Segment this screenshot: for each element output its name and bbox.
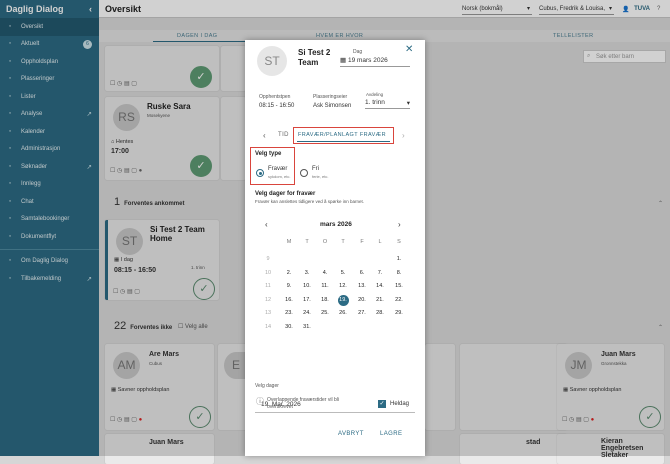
calendar-day[interactable]: 6. [357, 270, 367, 276]
tab-prev-arrow-icon[interactable]: ‹ [263, 131, 266, 140]
next-month-icon[interactable]: › [398, 220, 401, 229]
owner-value: Ask Simonsen [313, 103, 352, 109]
days-title: Velg dager for fravær [255, 191, 316, 197]
calendar-day[interactable]: 8. [394, 270, 404, 276]
department-label: Avdeling [366, 92, 384, 97]
chevron-down-icon: ▾ [406, 100, 410, 107]
date-input[interactable]: ▦ 19 mars 2026 [340, 56, 410, 67]
radio-leave-label: Fri [312, 166, 319, 172]
calendar-day[interactable]: 17. [302, 297, 312, 303]
calendar-day[interactable]: 3. [302, 270, 312, 276]
weekday-header: M [286, 239, 292, 245]
week-number: 10 [264, 269, 272, 276]
calendar-day[interactable]: 14. [375, 283, 385, 289]
weekday-header: T [341, 239, 345, 245]
calendar-day[interactable]: 12. [338, 283, 348, 289]
days-hint: Fravær kan anslettes tidligere ved å spø… [255, 199, 365, 204]
calendar-day[interactable]: 5. [338, 270, 348, 276]
calendar-day[interactable]: 15. [394, 283, 404, 289]
owner-label: Plasseringseier [313, 94, 348, 100]
calendar-day[interactable]: 23. [284, 310, 294, 316]
calendar-day[interactable]: 13. [357, 283, 367, 289]
calendar-day[interactable]: 28. [375, 310, 385, 316]
absence-dialog: ✕ ST Si Test 2 Team Dag ▦ 19 mars 2026 O… [245, 40, 425, 456]
radio-leave-sub: ferie, etc. [312, 174, 329, 179]
calendar-day[interactable]: 26. [338, 310, 348, 316]
calendar-day[interactable]: 24. [302, 310, 312, 316]
save-button[interactable]: LAGRE [380, 431, 402, 437]
calendar-day[interactable]: 9. [284, 283, 294, 289]
calendar-day[interactable]: 1. [394, 256, 404, 262]
weekday-header: T [305, 239, 309, 245]
calendar-day[interactable]: 18. [320, 297, 330, 303]
calendar-day[interactable]: 29. [394, 310, 404, 316]
selected-days-label: Velg dager [255, 383, 279, 389]
weekday-header: S [397, 239, 401, 245]
cancel-button[interactable]: AVBRYT [338, 431, 364, 437]
calendar-day[interactable]: 4. [320, 270, 330, 276]
tab-next-arrow-icon[interactable]: › [402, 131, 405, 140]
close-icon[interactable]: ✕ [405, 44, 413, 55]
date-label: Dag [353, 49, 363, 55]
department-value: 1. trinn [365, 99, 385, 106]
calendar-day[interactable]: 16. [284, 297, 294, 303]
info-icon: ⓘ [256, 397, 264, 406]
radio-absence[interactable] [256, 169, 264, 177]
opening-label: Opphentstpen [259, 94, 291, 100]
department-select[interactable]: 1. trinn ▾ [365, 99, 410, 109]
date-value: 19 mars 2026 [347, 57, 388, 64]
weekday-header: L [378, 239, 382, 245]
info-text: Overlappende fraværstider vil bli oversk… [267, 397, 339, 410]
prev-month-icon[interactable]: ‹ [265, 220, 268, 229]
calendar-day[interactable]: 21. [375, 297, 385, 303]
weekday-header: F [360, 239, 364, 245]
tab-time[interactable]: TID [278, 132, 289, 138]
avatar: ST [257, 46, 287, 76]
calendar-day[interactable]: 11. [320, 283, 330, 289]
radio-leave[interactable] [300, 169, 308, 177]
divider [255, 412, 415, 413]
full-day-checkbox[interactable]: ✓ [378, 400, 386, 408]
calendar-month: mars 2026 [320, 221, 352, 228]
calendar-day[interactable]: 22. [394, 297, 404, 303]
calendar-day[interactable]: 27. [357, 310, 367, 316]
child-name: Si Test 2 Team [298, 48, 331, 67]
week-number: 13 [264, 310, 272, 317]
calendar-day[interactable]: 20. [357, 297, 367, 303]
radio-absence-sub: sykdom, etc. [268, 174, 291, 179]
radio-absence-label: Fravær [268, 166, 288, 172]
week-number: 14 [264, 324, 272, 330]
week-number: 9 [266, 256, 270, 262]
calendar-day[interactable]: 30. [284, 324, 294, 330]
calendar-day[interactable]: 31. [302, 324, 312, 330]
type-label: Velg type [255, 151, 282, 157]
calendar-day[interactable]: 25. [320, 310, 330, 316]
calendar-day[interactable]: 2. [284, 270, 294, 276]
active-tab-indicator [297, 141, 390, 142]
calendar-day[interactable]: 7. [375, 270, 385, 276]
week-number: 11 [265, 283, 271, 290]
tab-absence[interactable]: FRAVÆR/PLANLAGT FRAVÆR [298, 132, 386, 138]
weekday-header: O [322, 239, 328, 245]
calendar-day[interactable]: 10. [302, 283, 312, 289]
calendar-day[interactable]: 19. [337, 294, 349, 306]
calendar-icon: ▦ [340, 57, 348, 64]
full-day-label: Heldag [390, 401, 410, 407]
week-number: 12 [264, 296, 272, 303]
opening-value: 08:15 - 16:50 [259, 103, 295, 109]
